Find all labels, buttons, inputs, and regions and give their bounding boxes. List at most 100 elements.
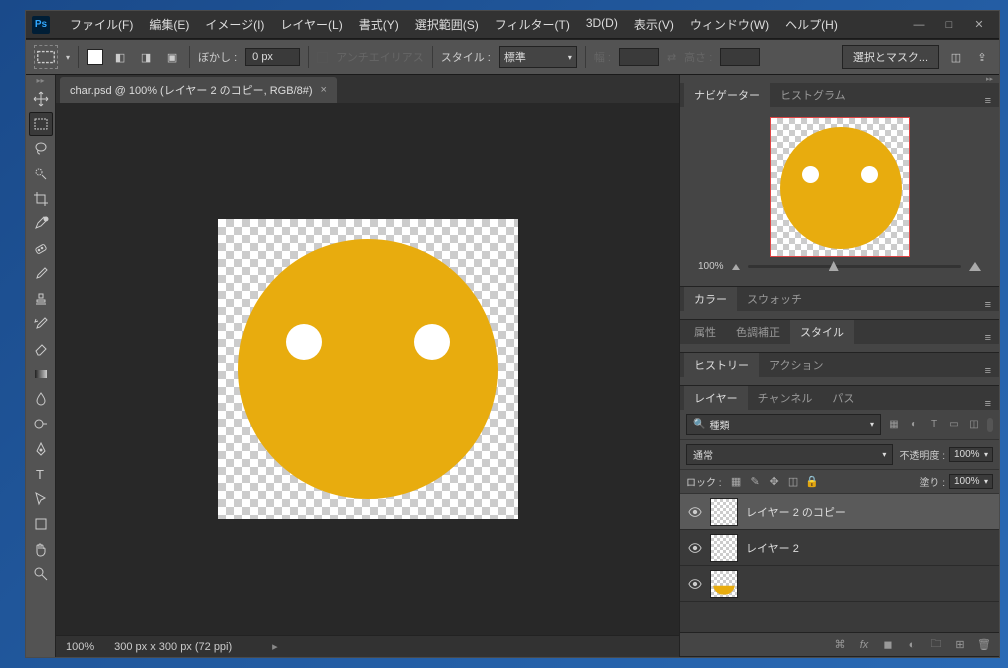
healing-tool[interactable] — [29, 237, 53, 261]
fill-input[interactable]: 100%▾ — [949, 474, 993, 489]
panel-menu-icon[interactable]: ≡ — [977, 365, 999, 377]
stamp-tool[interactable] — [29, 287, 53, 311]
feather-input[interactable] — [245, 48, 300, 66]
gradient-tool[interactable] — [29, 362, 53, 386]
navigator-zoom-value[interactable]: 100% — [698, 261, 724, 272]
status-flyout-icon[interactable]: ▸ — [272, 640, 278, 653]
color-tab[interactable]: カラー — [684, 287, 737, 311]
filter-smart-icon[interactable]: ◫ — [967, 418, 981, 432]
lock-artboard-icon[interactable]: ◫ — [787, 475, 800, 488]
zoom-out-icon[interactable] — [732, 264, 740, 270]
zoom-in-icon[interactable] — [969, 262, 981, 271]
layer-item[interactable]: レイヤー 2 — [680, 530, 999, 566]
marquee-tool[interactable] — [29, 112, 53, 136]
adjustments-tab[interactable]: 色調補正 — [726, 320, 790, 344]
panels-collapse-icon[interactable]: ▸▸ — [680, 75, 999, 83]
current-tool-icon[interactable] — [34, 45, 58, 69]
layer-thumbnail[interactable] — [710, 498, 738, 526]
close-button[interactable]: ✕ — [971, 17, 987, 33]
brush-tool[interactable] — [29, 262, 53, 286]
history-brush-tool[interactable] — [29, 312, 53, 336]
panel-dock-icon[interactable]: ◫ — [947, 48, 965, 66]
selection-mode-subtract-icon[interactable]: ◨ — [137, 48, 155, 66]
menu-item[interactable]: 選択範囲(S) — [407, 16, 487, 33]
menu-item[interactable]: 3D(D) — [578, 16, 626, 33]
selection-mode-intersect-icon[interactable]: ▣ — [163, 48, 181, 66]
select-and-mask-button[interactable]: 選択とマスク... — [842, 45, 939, 69]
pen-tool[interactable] — [29, 437, 53, 461]
crop-tool[interactable] — [29, 187, 53, 211]
menu-item[interactable]: ヘルプ(H) — [777, 16, 846, 33]
maximize-button[interactable]: □ — [941, 17, 957, 33]
adjustment-layer-icon[interactable]: ◐ — [905, 638, 919, 652]
layer-thumbnail[interactable] — [710, 534, 738, 562]
paths-tab[interactable]: パス — [822, 386, 864, 410]
layer-filter-select[interactable]: 🔍種類 ▾ — [686, 414, 881, 435]
zoom-slider[interactable] — [748, 265, 961, 268]
canvas-viewport[interactable] — [56, 103, 679, 635]
share-icon[interactable]: ⇪ — [973, 48, 991, 66]
zoom-tool[interactable] — [29, 562, 53, 586]
filter-type-icon[interactable]: T — [927, 418, 941, 432]
type-tool[interactable]: T — [29, 462, 53, 486]
lock-position-icon[interactable]: ✥ — [768, 475, 781, 488]
menu-item[interactable]: 編集(E) — [141, 16, 197, 33]
new-layer-icon[interactable]: ⊞ — [953, 638, 967, 652]
hand-tool[interactable] — [29, 537, 53, 561]
tool-preset-dropdown[interactable]: ▾ — [66, 53, 70, 62]
eyedropper-tool[interactable] — [29, 212, 53, 236]
layer-item[interactable] — [680, 566, 999, 602]
lock-transparent-icon[interactable]: ▦ — [730, 475, 743, 488]
canvas[interactable] — [218, 219, 518, 519]
layer-visibility-icon[interactable] — [680, 577, 710, 591]
style-select[interactable]: 標準▾ — [499, 46, 577, 68]
properties-tab[interactable]: 属性 — [684, 320, 726, 344]
move-tool[interactable] — [29, 87, 53, 111]
menu-item[interactable]: イメージ(I) — [197, 16, 272, 33]
opacity-input[interactable]: 100%▾ — [949, 447, 993, 462]
menu-item[interactable]: 表示(V) — [626, 16, 682, 33]
blend-mode-select[interactable]: 通常▾ — [686, 444, 893, 465]
panel-menu-icon[interactable]: ≡ — [977, 398, 999, 410]
histogram-tab[interactable]: ヒストグラム — [770, 83, 856, 107]
minimize-button[interactable]: — — [911, 17, 927, 33]
link-layers-icon[interactable]: ⌘ — [833, 638, 847, 652]
menu-item[interactable]: フィルター(T) — [487, 16, 578, 33]
filter-pixel-icon[interactable]: ▦ — [887, 418, 901, 432]
quick-select-tool[interactable] — [29, 162, 53, 186]
dodge-tool[interactable] — [29, 412, 53, 436]
status-zoom[interactable]: 100% — [66, 641, 94, 653]
delete-layer-icon[interactable]: 🗑 — [977, 638, 991, 652]
layer-visibility-icon[interactable] — [680, 505, 710, 519]
filter-toggle[interactable] — [987, 418, 993, 432]
document-tab[interactable]: char.psd @ 100% (レイヤー 2 のコピー, RGB/8#) × — [60, 77, 337, 103]
filter-shape-icon[interactable]: ▭ — [947, 418, 961, 432]
panel-menu-icon[interactable]: ≡ — [977, 332, 999, 344]
layer-name[interactable]: レイヤー 2 のコピー — [746, 504, 846, 520]
shape-tool[interactable] — [29, 512, 53, 536]
styles-tab[interactable]: スタイル — [790, 320, 854, 344]
layer-mask-icon[interactable]: ◼ — [881, 638, 895, 652]
lock-image-icon[interactable]: ✎ — [749, 475, 762, 488]
selection-mode-new-icon[interactable] — [87, 49, 103, 65]
layer-visibility-icon[interactable] — [680, 541, 710, 555]
channels-tab[interactable]: チャンネル — [748, 386, 823, 410]
navigator-preview[interactable] — [770, 117, 910, 257]
swatches-tab[interactable]: スウォッチ — [737, 287, 812, 311]
filter-adjust-icon[interactable]: ◐ — [907, 418, 921, 432]
actions-tab[interactable]: アクション — [759, 353, 833, 377]
path-select-tool[interactable] — [29, 487, 53, 511]
menu-item[interactable]: 書式(Y) — [351, 16, 407, 33]
navigator-tab[interactable]: ナビゲーター — [684, 83, 770, 107]
panel-menu-icon[interactable]: ≡ — [977, 95, 999, 107]
blur-tool[interactable] — [29, 387, 53, 411]
layers-tab[interactable]: レイヤー — [684, 386, 748, 410]
layer-fx-icon[interactable]: fx — [857, 638, 871, 652]
panel-menu-icon[interactable]: ≡ — [977, 299, 999, 311]
menu-item[interactable]: ウィンドウ(W) — [682, 16, 777, 33]
layer-group-icon[interactable]: 🗀 — [929, 638, 943, 652]
menu-item[interactable]: レイヤー(L) — [272, 16, 350, 33]
eraser-tool[interactable] — [29, 337, 53, 361]
layer-name[interactable]: レイヤー 2 — [746, 540, 799, 556]
layer-thumbnail[interactable] — [710, 570, 738, 598]
